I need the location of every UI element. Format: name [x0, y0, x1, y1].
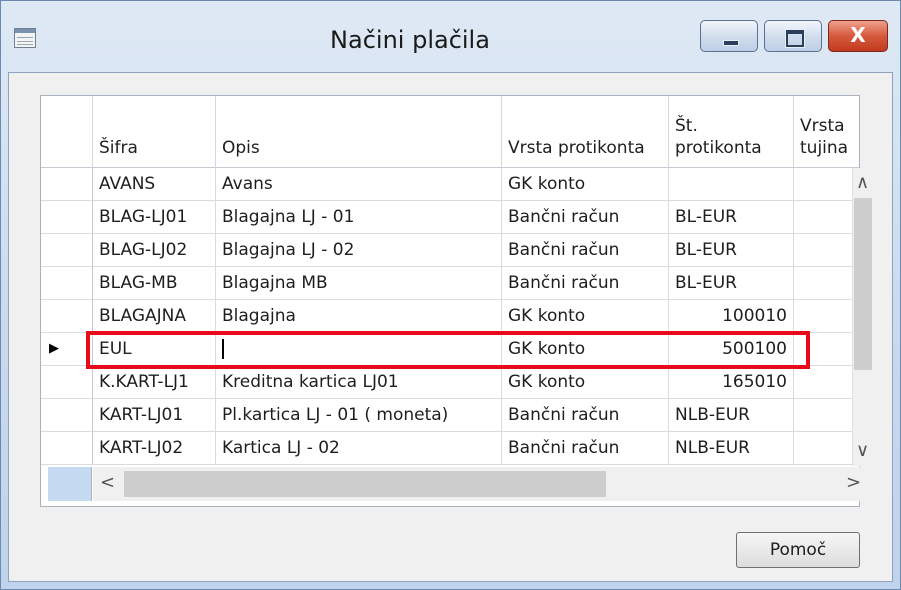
cell-vrsta[interactable]: GK konto — [502, 168, 669, 201]
title-bar[interactable]: Načini plačila X — [0, 0, 901, 72]
scroll-right-arrow-icon[interactable]: > — [846, 472, 861, 493]
row-selector[interactable] — [41, 399, 93, 432]
column-header-vrsta[interactable]: Vrsta protikonta — [502, 96, 669, 168]
cell-opis[interactable]: Kreditna kartica LJ01 — [216, 366, 502, 399]
window-title: Načini plačila — [330, 26, 490, 54]
cell-st[interactable]: NLB-EUR — [669, 432, 794, 465]
cell-vrsta[interactable]: GK konto — [502, 366, 669, 399]
column-header-st[interactable]: Št. protikonta — [669, 96, 794, 168]
cell-opis[interactable]: Blagajna MB — [216, 267, 502, 300]
cell-st[interactable]: 500100 — [669, 333, 794, 366]
column-header-opis[interactable]: Opis — [216, 96, 502, 168]
row-selector[interactable] — [41, 201, 93, 234]
cell-vrsta[interactable]: Bančni račun — [502, 234, 669, 267]
window: Načini plačila X Šifra Opis Vrsta protikon… — [0, 0, 901, 590]
close-icon: X — [850, 23, 866, 47]
cell-vrsta[interactable]: GK konto — [502, 300, 669, 333]
cell-tujina[interactable] — [794, 432, 859, 465]
cell-st[interactable] — [669, 168, 794, 201]
column-header-sifra[interactable]: Šifra — [93, 96, 216, 168]
header-row-selector — [41, 96, 93, 168]
cell-opis[interactable]: Blagajna LJ - 01 — [216, 201, 502, 234]
cell-st[interactable]: BL-EUR — [669, 201, 794, 234]
cell-vrsta[interactable]: Bančni račun — [502, 201, 669, 234]
cell-tujina[interactable] — [794, 168, 859, 201]
cell-sifra[interactable]: EUL — [93, 333, 216, 366]
row-selector[interactable] — [41, 267, 93, 300]
cell-sifra[interactable]: BLAGAJNA — [93, 300, 216, 333]
cell-tujina[interactable] — [794, 201, 859, 234]
cell-tujina[interactable] — [794, 366, 859, 399]
cell-sifra[interactable]: K.KART-LJ1 — [93, 366, 216, 399]
cell-opis[interactable]: Kartica LJ - 02 — [216, 432, 502, 465]
column-header-label: Št. protikonta — [675, 116, 762, 158]
cell-tujina[interactable] — [794, 399, 859, 432]
row-selector[interactable] — [41, 366, 93, 399]
table-window-icon[interactable] — [14, 28, 36, 48]
cell-vrsta[interactable]: GK konto — [502, 333, 669, 366]
maximize-button[interactable] — [764, 20, 822, 52]
payment-methods-table: Šifra Opis Vrsta protikonta Št. protikonta V… — [40, 95, 860, 507]
cell-st[interactable]: 165010 — [669, 366, 794, 399]
cell-st[interactable]: 100010 — [669, 300, 794, 333]
scroll-up-arrow-icon[interactable]: ∧ — [856, 172, 869, 193]
row-selector[interactable] — [41, 432, 93, 465]
column-header-tujina[interactable]: Vrsta tujina — [794, 96, 859, 168]
cell-st[interactable]: NLB-EUR — [669, 399, 794, 432]
scroll-down-arrow-icon[interactable]: ∨ — [856, 440, 869, 461]
cell-sifra[interactable]: BLAG-LJ02 — [93, 234, 216, 267]
cell-sifra[interactable]: KART-LJ01 — [93, 399, 216, 432]
column-header-label: Opis — [222, 138, 260, 158]
minimize-button[interactable] — [700, 20, 758, 52]
maximize-icon — [786, 30, 804, 47]
row-selector[interactable] — [41, 168, 93, 201]
cell-opis[interactable] — [216, 333, 502, 366]
cell-opis[interactable]: Pl.kartica LJ - 01 ( moneta) — [216, 399, 502, 432]
scroll-left-arrow-icon[interactable]: < — [100, 472, 115, 493]
text-cursor — [222, 339, 224, 359]
cell-tujina[interactable] — [794, 333, 859, 366]
horizontal-scroll-thumb[interactable] — [124, 471, 606, 497]
column-header-label: Vrsta protikonta — [508, 138, 645, 158]
cell-opis[interactable]: Avans — [216, 168, 502, 201]
cell-sifra[interactable]: AVANS — [93, 168, 216, 201]
minimize-icon — [723, 40, 739, 46]
vertical-scroll-thumb[interactable] — [854, 198, 872, 370]
row-selector[interactable] — [41, 234, 93, 267]
cell-opis[interactable]: Blagajna LJ - 02 — [216, 234, 502, 267]
close-button[interactable]: X — [828, 20, 888, 52]
row-selector[interactable]: ▶ — [41, 333, 93, 366]
cell-st[interactable]: BL-EUR — [669, 234, 794, 267]
cell-sifra[interactable]: BLAG-LJ01 — [93, 201, 216, 234]
cell-sifra[interactable]: BLAG-MB — [93, 267, 216, 300]
cell-sifra[interactable]: KART-LJ02 — [93, 432, 216, 465]
column-header-label: Vrsta tujina — [800, 116, 849, 158]
cell-tujina[interactable] — [794, 234, 859, 267]
cell-tujina[interactable] — [794, 300, 859, 333]
cell-tujina[interactable] — [794, 267, 859, 300]
row-selector[interactable] — [41, 300, 93, 333]
current-row-pointer-icon: ▶ — [49, 341, 59, 356]
cell-vrsta[interactable]: Bančni račun — [502, 267, 669, 300]
cell-st[interactable]: BL-EUR — [669, 267, 794, 300]
cell-opis[interactable]: Blagajna — [216, 300, 502, 333]
help-button[interactable]: Pomoč — [736, 532, 860, 568]
cell-vrsta[interactable]: Bančni račun — [502, 399, 669, 432]
cell-vrsta[interactable]: Bančni račun — [502, 432, 669, 465]
grid-corner-cell — [48, 467, 92, 501]
column-header-label: Šifra — [99, 138, 138, 158]
